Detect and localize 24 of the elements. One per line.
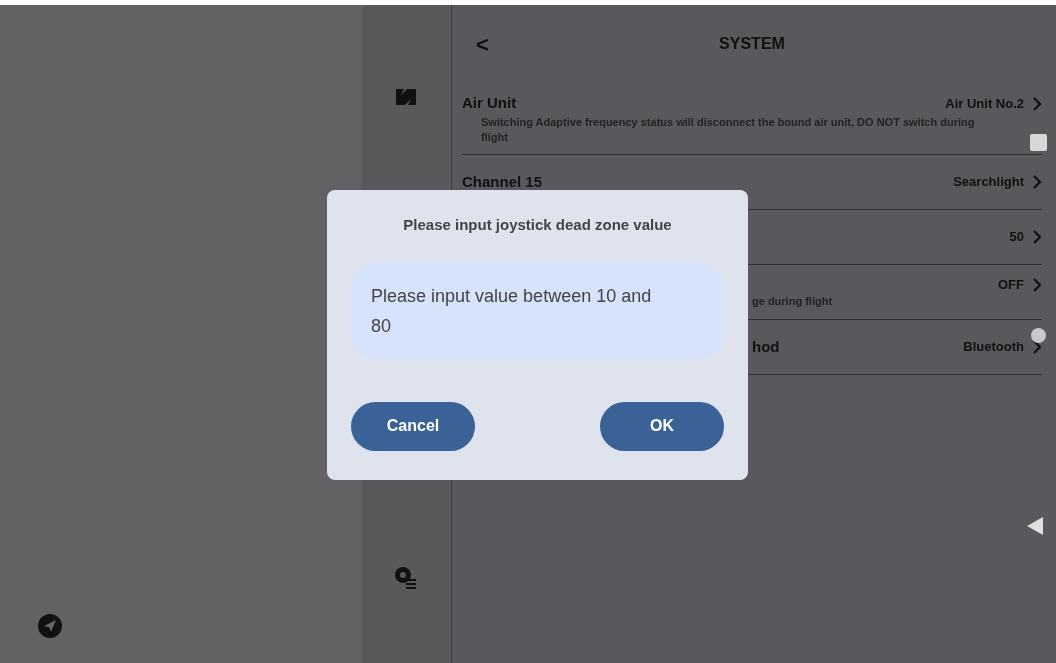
row-value: Air Unit No.2 [945,94,1024,113]
row-label: Air Unit [462,93,517,114]
triangle-left-icon[interactable] [1027,517,1043,535]
chevron-right-icon [1032,276,1042,293]
row-note: ge during flight [752,294,834,310]
ok-button[interactable]: OK [600,401,724,451]
chevron-right-icon [1032,229,1042,245]
scroll-indicator-icon [1031,328,1046,343]
row-label: Channel 15 [462,171,543,192]
input-field[interactable]: Please input value between 10 and 80 [351,261,724,360]
row-label: hod [752,336,780,357]
gear-list-icon[interactable] [392,564,418,590]
chevron-right-icon [1032,174,1042,190]
row-value: Bluetooth [963,338,1024,357]
row-note: Switching Adaptive frequency status will disconnect the bound air unit, DO NOT switch during flight [480,114,976,145]
paper-plane-icon[interactable] [38,614,62,638]
page-title: SYSTEM [719,34,785,54]
row-value: OFF [998,275,1024,294]
cancel-button[interactable]: Cancel [351,401,475,451]
scroll-indicator-icon [1030,134,1047,151]
chevron-right-icon [1032,95,1042,112]
row-value: Searchlight [953,173,1024,192]
row-value: 50 [1009,228,1024,247]
back-button[interactable]: < [476,27,489,61]
